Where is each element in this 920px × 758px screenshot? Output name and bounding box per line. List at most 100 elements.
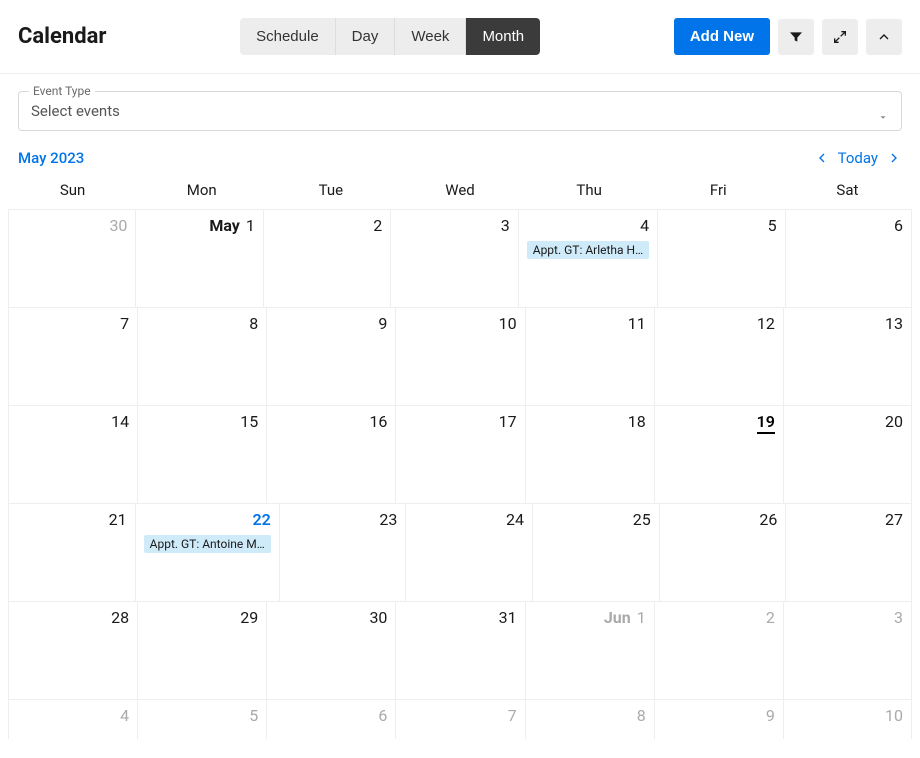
chevron-right-icon — [886, 150, 902, 166]
day-number: 6 — [894, 216, 903, 235]
month-prefix: May — [209, 216, 240, 235]
day-number: 24 — [506, 510, 524, 529]
calendar-cell[interactable]: 11 — [525, 307, 654, 405]
day-number: 6 — [378, 706, 387, 725]
today-button[interactable]: Today — [838, 149, 878, 167]
calendar-cell[interactable]: 4 — [8, 699, 137, 739]
day-number: 17 — [499, 412, 517, 431]
day-number: 26 — [759, 510, 777, 529]
day-number: 22 — [252, 510, 270, 529]
calendar-cell[interactable]: 26 — [659, 503, 786, 601]
calendar-cell[interactable]: 25 — [532, 503, 659, 601]
day-number: 27 — [885, 510, 903, 529]
day-number: 21 — [109, 510, 127, 529]
view-month-button[interactable]: Month — [466, 18, 540, 55]
add-new-button[interactable]: Add New — [674, 18, 770, 55]
view-week-button[interactable]: Week — [395, 18, 466, 55]
calendar-cell[interactable]: 31 — [395, 601, 524, 699]
calendar-cell[interactable]: 6 — [266, 699, 395, 739]
calendar-cell[interactable]: 22 Appt. GT: Antoine M… — [135, 503, 279, 601]
day-number: 28 — [111, 608, 129, 627]
calendar-cell[interactable]: 2 — [263, 209, 390, 307]
calendar-cell[interactable]: 28 — [8, 601, 137, 699]
calendar-cell[interactable]: 5 — [137, 699, 266, 739]
event-chip[interactable]: Appt. GT: Arletha H… — [527, 241, 649, 259]
chevron-up-icon — [876, 29, 892, 45]
calendar-cell[interactable]: 19 — [654, 405, 783, 503]
calendar-cell[interactable]: 2 — [654, 601, 783, 699]
day-number: 18 — [628, 412, 646, 431]
day-number: 9 — [766, 706, 775, 725]
day-number: 5 — [768, 216, 777, 235]
calendar-cell[interactable]: 10 — [395, 307, 524, 405]
day-number: 23 — [379, 510, 397, 529]
calendar-cell[interactable]: 20 — [783, 405, 912, 503]
calendar-cell[interactable]: 16 — [266, 405, 395, 503]
day-number: 3 — [501, 216, 510, 235]
day-number: 12 — [757, 314, 775, 333]
event-type-legend: Event Type — [29, 84, 95, 98]
day-number: 29 — [240, 608, 258, 627]
calendar-cell[interactable]: 4 Appt. GT: Arletha H… — [518, 209, 657, 307]
calendar-cell[interactable]: 9 — [266, 307, 395, 405]
event-type-select-value[interactable]: Select events — [19, 98, 901, 130]
calendar-cell[interactable]: 24 — [405, 503, 532, 601]
calendar-cell[interactable]: 5 — [657, 209, 784, 307]
calendar-cell[interactable]: 6 — [785, 209, 912, 307]
calendar-cell[interactable]: 3 — [783, 601, 912, 699]
calendar-cell[interactable]: 29 — [137, 601, 266, 699]
day-number: 3 — [894, 608, 903, 627]
calendar-cell[interactable]: 23 — [279, 503, 406, 601]
calendar-cell[interactable]: 8 — [137, 307, 266, 405]
day-number: 19 — [757, 412, 775, 434]
calendar-cell[interactable]: 15 — [137, 405, 266, 503]
calendar-cell[interactable]: 3 — [390, 209, 517, 307]
day-number: 30 — [109, 216, 127, 235]
day-number: 10 — [499, 314, 517, 333]
month-prefix: Jun — [604, 608, 631, 627]
expand-button[interactable] — [822, 19, 858, 55]
collapse-button[interactable] — [866, 19, 902, 55]
day-number: 4 — [640, 216, 649, 235]
event-chip[interactable]: Appt. GT: Antoine M… — [144, 535, 271, 553]
calendar-cell[interactable]: 10 — [783, 699, 912, 739]
calendar-cell[interactable]: 17 — [395, 405, 524, 503]
day-number: 7 — [120, 314, 129, 333]
calendar-cell[interactable]: 9 — [654, 699, 783, 739]
calendar-cell[interactable]: 7 — [8, 307, 137, 405]
day-number: 1 — [637, 608, 646, 627]
day-number: 8 — [249, 314, 258, 333]
prev-month-button[interactable] — [814, 150, 830, 166]
day-number: 13 — [885, 314, 903, 333]
calendar-cell[interactable]: 8 — [525, 699, 654, 739]
event-type-filter[interactable]: Event Type Select events — [18, 84, 902, 131]
view-toggle: Schedule Day Week Month — [240, 18, 540, 55]
day-number: 14 — [111, 412, 129, 431]
filter-icon — [788, 29, 804, 45]
dow-fri: Fri — [654, 173, 783, 209]
expand-icon — [832, 29, 848, 45]
dow-mon: Mon — [137, 173, 266, 209]
calendar-cell[interactable]: 12 — [654, 307, 783, 405]
day-number: 2 — [766, 608, 775, 627]
calendar-cell[interactable]: 30 — [8, 209, 135, 307]
filter-button[interactable] — [778, 19, 814, 55]
day-number: 16 — [369, 412, 387, 431]
calendar-cell[interactable]: 13 — [783, 307, 912, 405]
next-month-button[interactable] — [886, 150, 902, 166]
day-number: 5 — [249, 706, 258, 725]
view-day-button[interactable]: Day — [336, 18, 396, 55]
calendar-cell[interactable]: 30 — [266, 601, 395, 699]
calendar-cell[interactable]: 21 — [8, 503, 135, 601]
dow-thu: Thu — [525, 173, 654, 209]
calendar-cell[interactable]: May1 — [135, 209, 262, 307]
dow-wed: Wed — [395, 173, 524, 209]
month-label[interactable]: May 2023 — [18, 149, 84, 167]
calendar-cell[interactable]: 7 — [395, 699, 524, 739]
calendar-cell[interactable]: 14 — [8, 405, 137, 503]
calendar-cell[interactable]: 18 — [525, 405, 654, 503]
calendar-cell[interactable]: Jun 1 — [525, 601, 654, 699]
calendar-cell[interactable]: 27 — [785, 503, 912, 601]
view-schedule-button[interactable]: Schedule — [240, 18, 336, 55]
dow-sun: Sun — [8, 173, 137, 209]
